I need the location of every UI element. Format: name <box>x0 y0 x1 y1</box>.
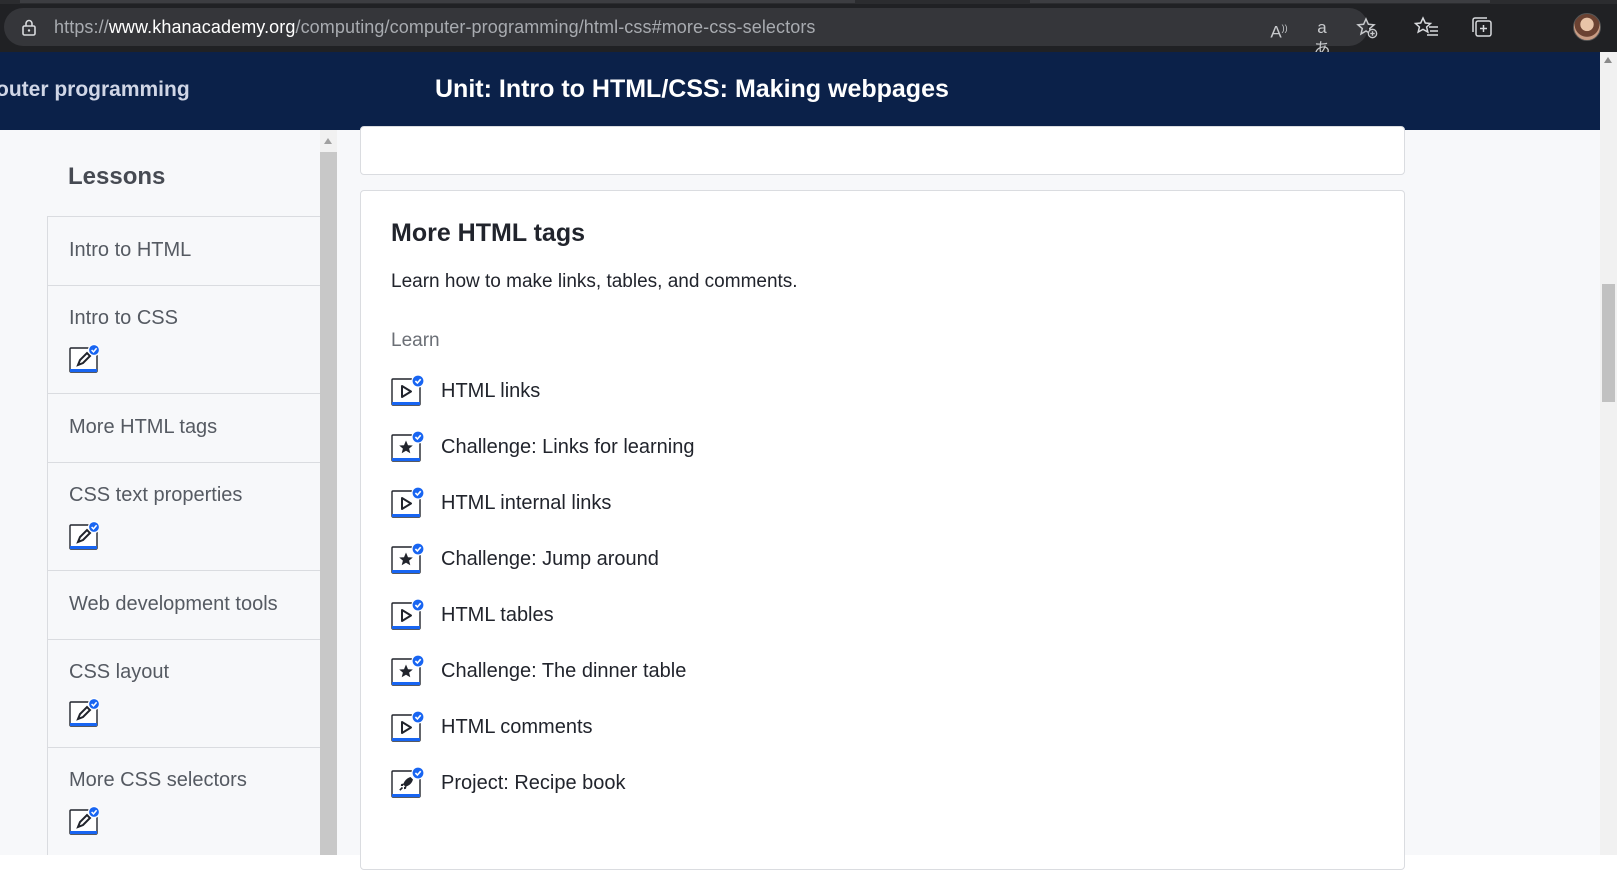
read-aloud-icon[interactable]: A)) <box>1268 17 1290 42</box>
content-item-label[interactable]: Challenge: The dinner table <box>441 660 686 683</box>
content-item-label[interactable]: Challenge: Links for learning <box>441 436 695 459</box>
sidebar-item-intro-to-html[interactable]: Intro to HTML <box>47 216 320 285</box>
sidebar-item-more-css-selectors[interactable]: More CSS selectors <box>47 747 320 855</box>
sidebar-item-label: Web development tools <box>69 593 278 615</box>
content-item[interactable]: HTML internal links <box>391 486 1091 542</box>
content-item-label[interactable]: HTML tables <box>441 604 554 627</box>
url-text[interactable]: https://www.khanacademy.org/computing/co… <box>54 17 816 38</box>
sidebar-scrollbar-thumb[interactable] <box>320 152 337 855</box>
content-item[interactable]: Challenge: Jump around <box>391 542 1091 598</box>
lesson-title[interactable]: More HTML tags <box>391 219 585 248</box>
collections-icon[interactable] <box>1469 14 1495 40</box>
exercise-complete-icon <box>69 521 99 550</box>
scroll-up-icon[interactable] <box>324 138 332 144</box>
exercise-complete-icon <box>69 698 99 727</box>
content-item-label[interactable]: HTML internal links <box>441 492 611 515</box>
favorites-icon[interactable] <box>1414 14 1440 40</box>
lock-icon[interactable] <box>20 18 38 36</box>
challenge-complete-icon <box>391 542 425 574</box>
exercise-complete-icon <box>69 344 99 373</box>
lesson-list: Intro to HTML Intro to CSS More HTML tag… <box>47 216 320 855</box>
translate-icon[interactable]: aあ <box>1311 17 1333 59</box>
content-item[interactable]: Challenge: Links for learning <box>391 430 1091 486</box>
course-header: outer programming Unit: Intro to HTML/CS… <box>0 52 1600 130</box>
tab-edge[interactable] <box>20 0 855 3</box>
sidebar-item-more-html-tags[interactable]: More HTML tags <box>47 393 320 462</box>
sidebar-item-label: CSS text properties <box>69 484 243 506</box>
sidebar-item-intro-to-css[interactable]: Intro to CSS <box>47 285 320 393</box>
content-item-label[interactable]: Challenge: Jump around <box>441 548 659 571</box>
content-item[interactable]: HTML links <box>391 374 1091 430</box>
content-item[interactable]: HTML comments <box>391 710 1091 766</box>
video-complete-icon <box>391 486 425 518</box>
sidebar-item-web-development-tools[interactable]: Web development tools <box>47 570 320 639</box>
video-complete-icon <box>391 374 425 406</box>
sidebar-item-label: More CSS selectors <box>69 769 247 791</box>
sidebar-item-css-text-properties[interactable]: CSS text properties <box>47 462 320 570</box>
page-scrollbar-thumb[interactable] <box>1602 284 1615 402</box>
page-scrollbar[interactable] <box>1600 52 1617 855</box>
content-item-label[interactable]: HTML comments <box>441 716 593 739</box>
scroll-up-icon[interactable] <box>1604 57 1612 63</box>
challenge-complete-icon <box>391 430 425 462</box>
content-item[interactable]: Challenge: The dinner table <box>391 654 1091 710</box>
content-item-list: HTML links Challenge: Links for learning <box>391 374 1091 822</box>
content-item-label[interactable]: Project: Recipe book <box>441 772 626 795</box>
tab-strip <box>0 0 1617 4</box>
sidebar-item-label: CSS layout <box>69 661 170 683</box>
exercise-complete-icon <box>69 806 99 835</box>
add-favorite-icon[interactable] <box>1356 17 1378 39</box>
lesson-description: Learn how to make links, tables, and com… <box>391 271 798 292</box>
content-item-label[interactable]: HTML links <box>441 380 540 403</box>
video-complete-icon <box>391 710 425 742</box>
challenge-complete-icon <box>391 654 425 686</box>
lessons-heading: Lessons <box>68 163 166 190</box>
video-complete-icon <box>391 598 425 630</box>
lessons-sidebar: Lessons Intro to HTML Intro to CSS More … <box>0 130 320 855</box>
section-label: Learn <box>391 330 440 351</box>
page-title: Unit: Intro to HTML/CSS: Making webpages <box>435 75 949 103</box>
browser-toolbar: https://www.khanacademy.org/computing/co… <box>0 0 1617 59</box>
tab-edge[interactable] <box>1030 0 1490 3</box>
project-complete-icon <box>391 766 425 798</box>
address-bar[interactable]: https://www.khanacademy.org/computing/co… <box>4 8 1378 59</box>
content-item[interactable]: Project: Recipe book <box>391 766 1091 822</box>
lesson-card: More HTML tags Learn how to make links, … <box>360 190 1405 870</box>
sidebar-item-label: More HTML tags <box>69 416 218 438</box>
breadcrumb[interactable]: outer programming <box>0 78 190 102</box>
previous-lesson-card <box>360 126 1405 175</box>
main-content: More HTML tags Learn how to make links, … <box>337 126 1600 870</box>
content-item[interactable]: HTML tables <box>391 598 1091 654</box>
sidebar-scrollbar[interactable] <box>320 130 337 855</box>
sidebar-item-label: Intro to HTML <box>69 239 192 261</box>
profile-avatar[interactable] <box>1573 13 1601 41</box>
sidebar-item-css-layout[interactable]: CSS layout <box>47 639 320 747</box>
sidebar-item-label: Intro to CSS <box>69 307 178 329</box>
